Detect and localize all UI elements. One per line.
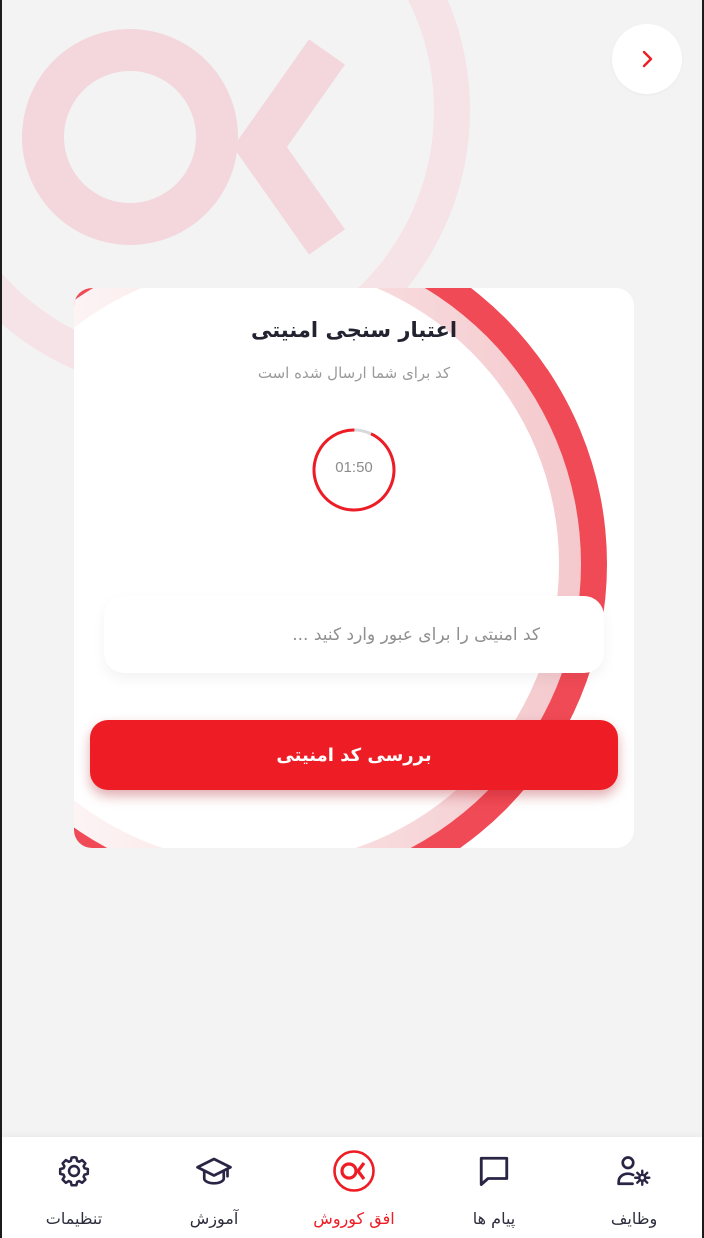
nav-label-tasks: وظایف [610, 1209, 658, 1228]
page-title: اعتبار سنجی امنیتی [250, 318, 458, 342]
verify-code-button[interactable]: بررسی کد امنیتی [90, 720, 618, 790]
graduation-cap-icon [196, 1157, 232, 1185]
timer-label: 01:50 [335, 459, 373, 476]
back-button[interactable] [612, 24, 682, 94]
nav-label-messages: پیام ها [472, 1209, 516, 1228]
bottom-navigation: تنظیمات آموزش افق کوروش پیام ها وظایف [2, 1137, 702, 1238]
nav-item-messages[interactable]: پیام ها [434, 1137, 554, 1238]
countdown-timer: 01:50 [310, 426, 398, 514]
nav-label-education: آموزش [189, 1209, 239, 1228]
nav-label-ofogh-kourosh: افق کوروش [313, 1209, 395, 1228]
nav-item-education[interactable]: آموزش [154, 1137, 274, 1238]
gear-icon [58, 1155, 90, 1187]
nav-item-settings[interactable]: تنظیمات [14, 1137, 134, 1238]
nav-item-ofogh-kourosh[interactable]: افق کوروش [294, 1137, 414, 1238]
security-code-input[interactable] [104, 596, 604, 673]
message-icon [479, 1156, 509, 1186]
nav-item-tasks[interactable]: وظایف [574, 1137, 694, 1238]
ok-logo-icon [333, 1150, 375, 1192]
page-subtitle: کد برای شما ارسال شده است [257, 364, 451, 382]
chevron-right-icon [642, 50, 653, 68]
nav-label-settings: تنظیمات [45, 1209, 103, 1228]
user-settings-icon [617, 1156, 651, 1186]
